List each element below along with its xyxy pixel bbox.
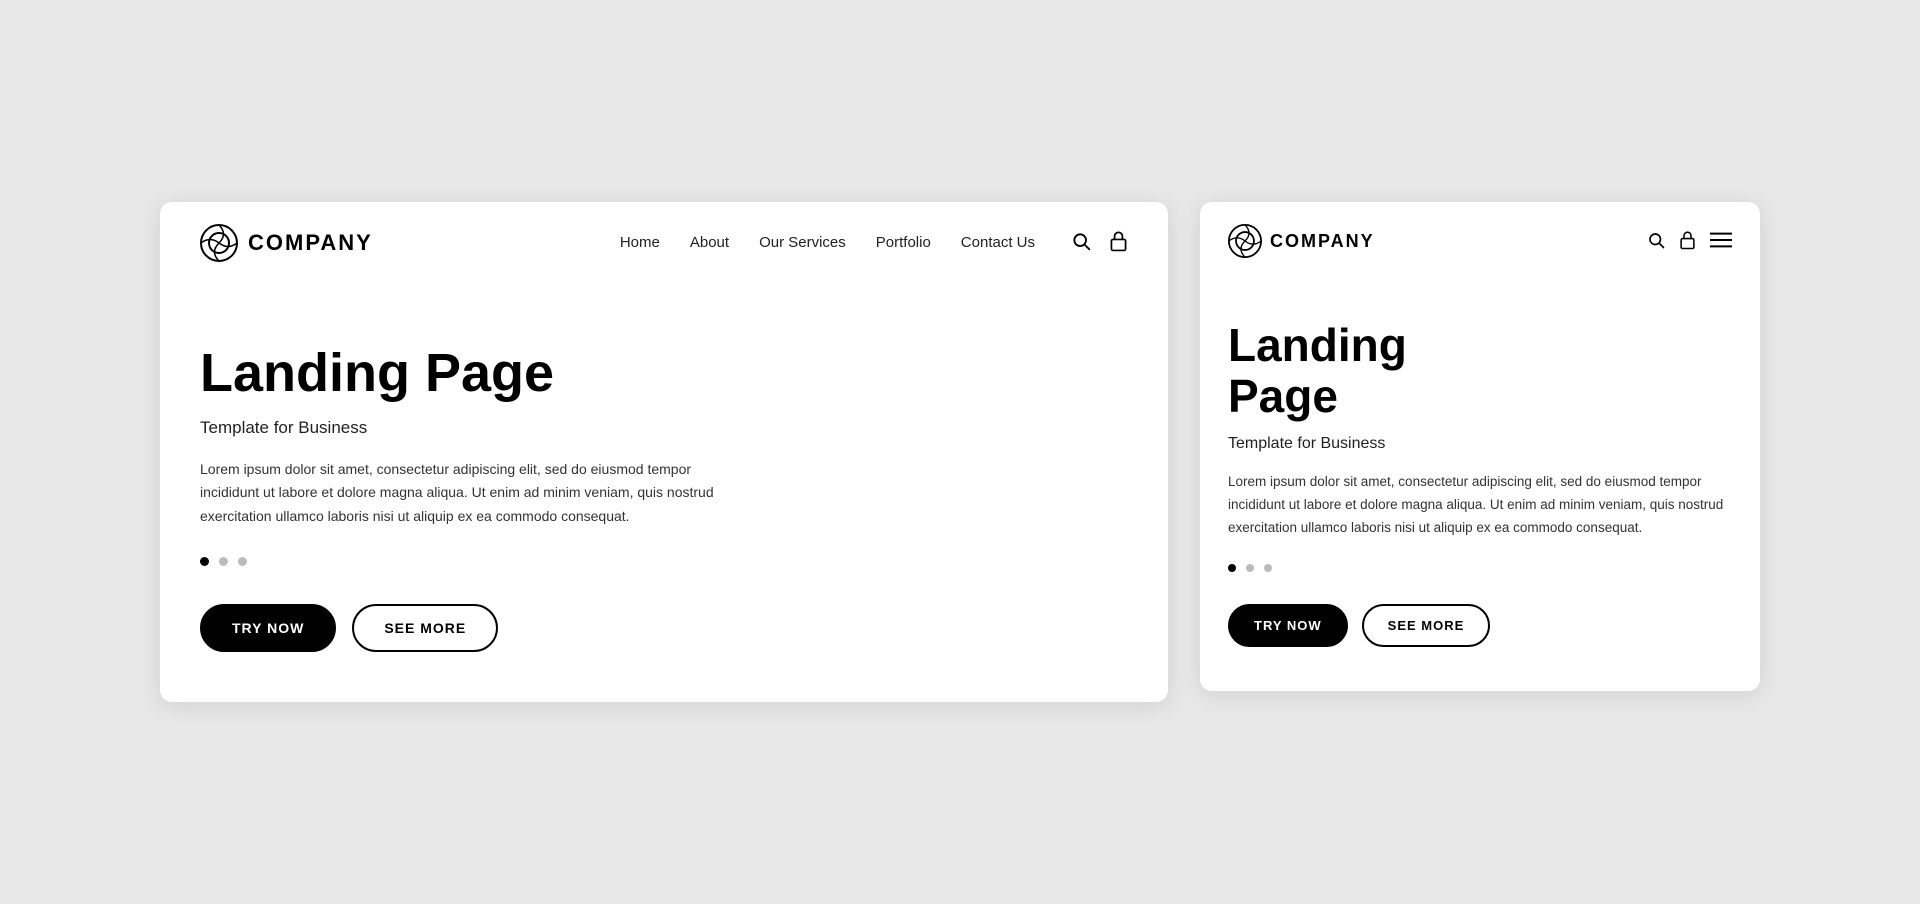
desktop-hero-subtitle: Template for Business xyxy=(200,418,1128,438)
mobile-hero-title: Landing Page xyxy=(1228,320,1732,421)
mobile-menu-button[interactable] xyxy=(1710,231,1732,252)
desktop-dot-2 xyxy=(219,557,228,566)
hamburger-icon xyxy=(1710,231,1732,249)
nav-link-home[interactable]: Home xyxy=(620,234,660,251)
mobile-hero-buttons: TRY NOW SEE MORE xyxy=(1228,604,1732,647)
mobile-logo-icon xyxy=(1228,224,1262,258)
desktop-lock-button[interactable] xyxy=(1109,230,1128,256)
mobile-try-now-button[interactable]: TRY NOW xyxy=(1228,604,1348,647)
mobile-hero-title-line2: Page xyxy=(1228,370,1338,422)
desktop-dots xyxy=(200,557,1128,566)
nav-link-services[interactable]: Our Services xyxy=(759,234,846,251)
mobile-dot-3 xyxy=(1264,564,1272,572)
desktop-logo-text: COMPANY xyxy=(248,230,373,256)
nav-item-about[interactable]: About xyxy=(690,234,729,252)
mobile-dot-1 xyxy=(1228,564,1236,572)
mobile-see-more-button[interactable]: SEE MORE xyxy=(1362,604,1491,647)
desktop-try-now-button[interactable]: TRY NOW xyxy=(200,604,336,652)
desktop-hero-body: Lorem ipsum dolor sit amet, consectetur … xyxy=(200,458,720,529)
page-wrapper: COMPANY Home About Our Services Portfoli… xyxy=(160,202,1760,702)
mobile-hero-title-line1: Landing xyxy=(1228,319,1407,371)
desktop-see-more-button[interactable]: SEE MORE xyxy=(352,604,498,652)
nav-item-portfolio[interactable]: Portfolio xyxy=(876,234,931,252)
lock-icon xyxy=(1109,230,1128,252)
mobile-hero: Landing Page Template for Business Lorem… xyxy=(1200,280,1760,691)
desktop-hero: Landing Page Template for Business Lorem… xyxy=(160,284,1168,702)
mobile-logo-area: COMPANY xyxy=(1228,224,1375,258)
desktop-hero-title: Landing Page xyxy=(200,344,1128,403)
mobile-preview-card: COMPANY xyxy=(1200,202,1760,691)
nav-item-home[interactable]: Home xyxy=(620,234,660,252)
desktop-nav-links: Home About Our Services Portfolio Contac… xyxy=(620,234,1035,252)
nav-link-contact[interactable]: Contact Us xyxy=(961,234,1035,251)
mobile-nav-icons xyxy=(1647,230,1732,253)
desktop-logo-area: COMPANY xyxy=(200,224,373,262)
mobile-hero-body: Lorem ipsum dolor sit amet, consectetur … xyxy=(1228,471,1732,540)
mobile-search-button[interactable] xyxy=(1647,231,1665,252)
mobile-dot-2 xyxy=(1246,564,1254,572)
mobile-search-icon xyxy=(1647,231,1665,249)
desktop-preview-card: COMPANY Home About Our Services Portfoli… xyxy=(160,202,1168,702)
mobile-logo-text: COMPANY xyxy=(1270,231,1375,252)
desktop-navbar: COMPANY Home About Our Services Portfoli… xyxy=(160,202,1168,284)
mobile-dots xyxy=(1228,564,1732,572)
nav-item-contact[interactable]: Contact Us xyxy=(961,234,1035,252)
desktop-dot-3 xyxy=(238,557,247,566)
nav-item-services[interactable]: Our Services xyxy=(759,234,846,252)
mobile-lock-icon xyxy=(1679,230,1696,250)
desktop-search-button[interactable] xyxy=(1071,231,1091,255)
mobile-navbar: COMPANY xyxy=(1200,202,1760,280)
mobile-lock-button[interactable] xyxy=(1679,230,1696,253)
desktop-hero-buttons: TRY NOW SEE MORE xyxy=(200,604,1128,652)
nav-link-portfolio[interactable]: Portfolio xyxy=(876,234,931,251)
search-icon xyxy=(1071,231,1091,251)
desktop-nav-icons xyxy=(1071,230,1128,256)
desktop-logo-icon xyxy=(200,224,238,262)
nav-link-about[interactable]: About xyxy=(690,234,729,251)
desktop-dot-1 xyxy=(200,557,209,566)
mobile-hero-subtitle: Template for Business xyxy=(1228,435,1732,453)
